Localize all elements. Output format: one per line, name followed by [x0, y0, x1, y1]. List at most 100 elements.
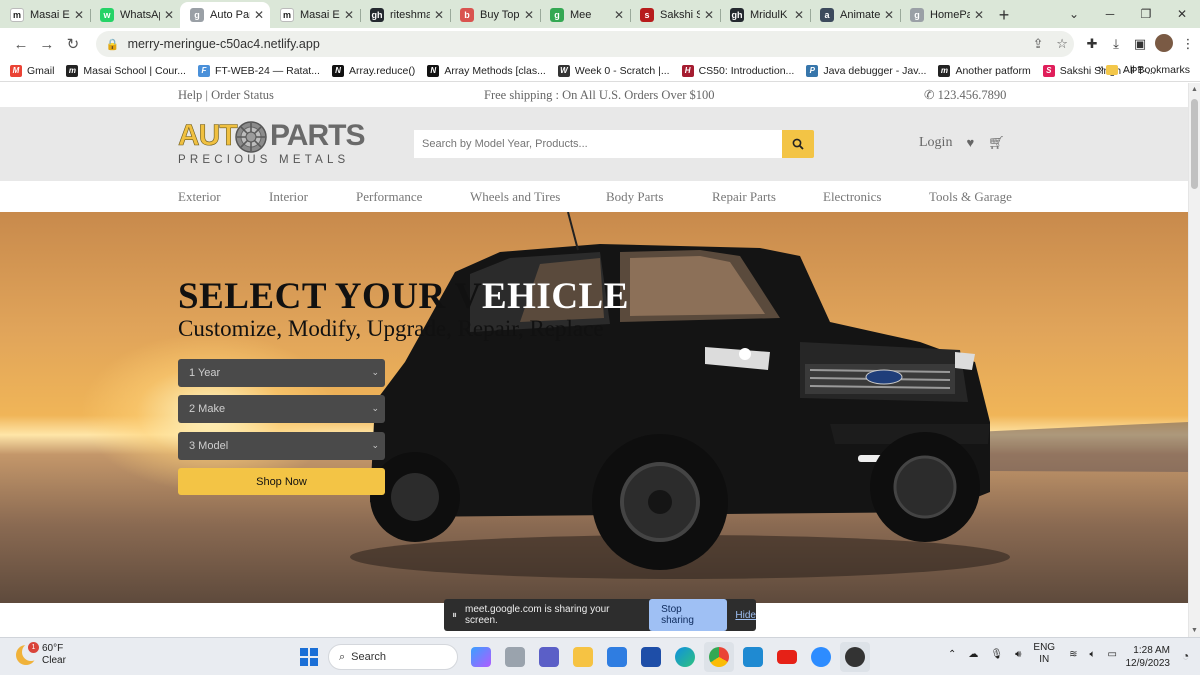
close-tab-icon[interactable]: ✕ [344, 8, 354, 22]
login-link[interactable]: Login [919, 135, 952, 151]
browser-tab[interactable]: gh MridulK ✕ [720, 2, 810, 28]
bookmark-item[interactable]: N Array.reduce() [331, 64, 415, 77]
wishlist-heart-icon[interactable]: ♥ [966, 135, 974, 151]
forward-button[interactable]: → [34, 31, 60, 57]
copilot-icon[interactable] [466, 642, 496, 672]
microphone-icon[interactable]: 🎙︎ [990, 649, 1003, 660]
language-indicator[interactable]: ENG IN [1033, 642, 1055, 666]
bookmark-item[interactable]: N Array Methods [clas... [427, 64, 546, 77]
minimize-button[interactable]: ─ [1092, 0, 1128, 28]
close-tab-icon[interactable]: ✕ [254, 8, 264, 22]
bookmark-item[interactable]: P Java debugger - Jav... [806, 64, 926, 77]
tab-search-icon[interactable]: ⌄ [1056, 0, 1092, 28]
shop-now-button[interactable]: Shop Now [178, 468, 385, 495]
maximize-button[interactable]: ❐ [1128, 0, 1164, 28]
site-logo[interactable]: AUT PARTS PRECIOUS METALS [178, 119, 368, 173]
all-bookmarks-button[interactable]: All Bookmarks [1105, 64, 1190, 76]
address-bar[interactable]: 🔒 merry-meringue-c50ac4.netlify.app ⇪ ☆ [95, 31, 1075, 57]
browser-tab[interactable]: g Auto Par ✕ [180, 2, 270, 28]
teams-icon[interactable] [534, 642, 564, 672]
close-tab-icon[interactable]: ✕ [794, 8, 804, 22]
nav-wheels-and-tires[interactable]: Wheels and Tires [470, 189, 560, 205]
phone-contact[interactable]: ✆ 123.456.7890 [924, 87, 1006, 103]
close-tab-icon[interactable]: ✕ [74, 8, 84, 22]
scroll-up-arrow[interactable]: ▲ [1191, 86, 1198, 93]
browser-tab[interactable]: gh riteshma ✕ [360, 2, 450, 28]
nav-exterior[interactable]: Exterior [178, 189, 221, 205]
side-panel-icon[interactable]: ▣ [1128, 36, 1152, 52]
speaker-icon[interactable]: 🔈︎ [1089, 649, 1095, 660]
close-window-button[interactable]: ✕ [1164, 0, 1200, 28]
cloud-icon[interactable]: ☁ [968, 649, 978, 660]
model-select[interactable]: 3 Model ⌄ [178, 432, 385, 460]
close-tab-icon[interactable]: ✕ [524, 8, 534, 22]
obs-icon[interactable] [840, 642, 870, 672]
stop-sharing-button[interactable]: Stop sharing [649, 599, 728, 631]
clock[interactable]: 1:28 AM 12/9/2023 [1118, 644, 1171, 670]
close-tab-icon[interactable]: ✕ [704, 8, 714, 22]
search-button[interactable] [782, 130, 814, 158]
close-tab-icon[interactable]: ✕ [974, 8, 984, 22]
nav-tools-and-garage[interactable]: Tools & Garage [929, 189, 1012, 205]
product-search-input[interactable] [414, 130, 782, 158]
vscode-icon[interactable] [738, 642, 768, 672]
store-icon[interactable] [602, 642, 632, 672]
wifi-icon[interactable]: ≋ [1069, 649, 1077, 660]
nav-performance[interactable]: Performance [356, 189, 422, 205]
browser-tab[interactable]: g HomePa ✕ [900, 2, 990, 28]
download-icon[interactable]: ⤓ [1104, 36, 1128, 52]
bookmark-star-icon[interactable]: ☆ [1050, 36, 1074, 52]
chevron-up-icon[interactable]: ⌃ [948, 649, 956, 660]
nav-interior[interactable]: Interior [269, 189, 308, 205]
close-tab-icon[interactable]: ✕ [884, 8, 894, 22]
make-select[interactable]: 2 Make ⌄ [178, 395, 385, 423]
file-explorer-icon[interactable] [568, 642, 598, 672]
order-status-link[interactable]: Order Status [211, 88, 274, 102]
chrome-icon[interactable] [704, 642, 734, 672]
bookmark-item[interactable]: F FT-WEB-24 — Ratat... [197, 64, 320, 77]
nav-electronics[interactable]: Electronics [823, 189, 881, 205]
bookmark-item[interactable]: m Another patform [938, 64, 1031, 77]
nav-repair-parts[interactable]: Repair Parts [712, 189, 776, 205]
taskbar-search[interactable]: ⌕ Search [328, 644, 458, 670]
notification-icon[interactable]: ◔ [1182, 649, 1189, 663]
nav-body-parts[interactable]: Body Parts [606, 189, 663, 205]
hide-share-bar-link[interactable]: Hide [735, 610, 756, 621]
browser-tab[interactable]: s Sakshi S ✕ [630, 2, 720, 28]
back-button[interactable]: ← [8, 31, 34, 57]
task-view-icon[interactable] [500, 642, 530, 672]
scroll-thumb[interactable] [1191, 99, 1198, 189]
page-scrollbar[interactable]: ▲ ▼ [1188, 83, 1200, 637]
volume-icon[interactable]: 🔊︎ [1015, 649, 1021, 660]
scroll-down-arrow[interactable]: ▼ [1191, 627, 1198, 634]
browser-tab[interactable]: g Mee ✕ [540, 2, 630, 28]
battery-icon[interactable]: ▭ [1107, 649, 1116, 660]
close-tab-icon[interactable]: ✕ [434, 8, 444, 22]
edge-icon[interactable] [670, 642, 700, 672]
browser-tab[interactable]: b Buy Top ✕ [450, 2, 540, 28]
reload-button[interactable]: ↻ [60, 31, 86, 57]
bookmark-item[interactable]: H CS50: Introduction... [681, 64, 794, 77]
share-icon[interactable]: ⇪ [1026, 36, 1050, 52]
menu-icon[interactable]: ⋮ [1176, 36, 1200, 52]
cart-icon[interactable]: 🛒︎ [988, 135, 1005, 151]
help-link[interactable]: Help [178, 88, 202, 102]
browser-tab[interactable]: a Animate ✕ [810, 2, 900, 28]
browser-tab[interactable]: w WhatsAp ✕ [90, 2, 180, 28]
zoom-icon[interactable] [806, 642, 836, 672]
new-tab-button[interactable]: + [990, 2, 1018, 28]
browser-tab[interactable]: m Masai Ex ✕ [270, 2, 360, 28]
lock-icon[interactable]: 🔒 [106, 38, 120, 51]
bookmarks-overflow-button[interactable]: » [1098, 63, 1104, 75]
profile-avatar[interactable] [1152, 33, 1176, 55]
start-button[interactable] [294, 642, 324, 672]
bookmark-item[interactable]: M Gmail [10, 64, 54, 77]
weather-widget[interactable]: 1 60°F Clear [16, 642, 66, 667]
app-icon[interactable] [636, 642, 666, 672]
close-tab-icon[interactable]: ✕ [614, 8, 624, 22]
bookmark-item[interactable]: W Week 0 - Scratch |... [557, 64, 670, 77]
year-select[interactable]: 1 Year ⌄ [178, 359, 385, 387]
browser-tab[interactable]: m Masai Ex ✕ [0, 2, 90, 28]
bookmark-item[interactable]: m Masai School | Cour... [66, 64, 186, 77]
extensions-icon[interactable]: ✚ [1080, 36, 1104, 52]
